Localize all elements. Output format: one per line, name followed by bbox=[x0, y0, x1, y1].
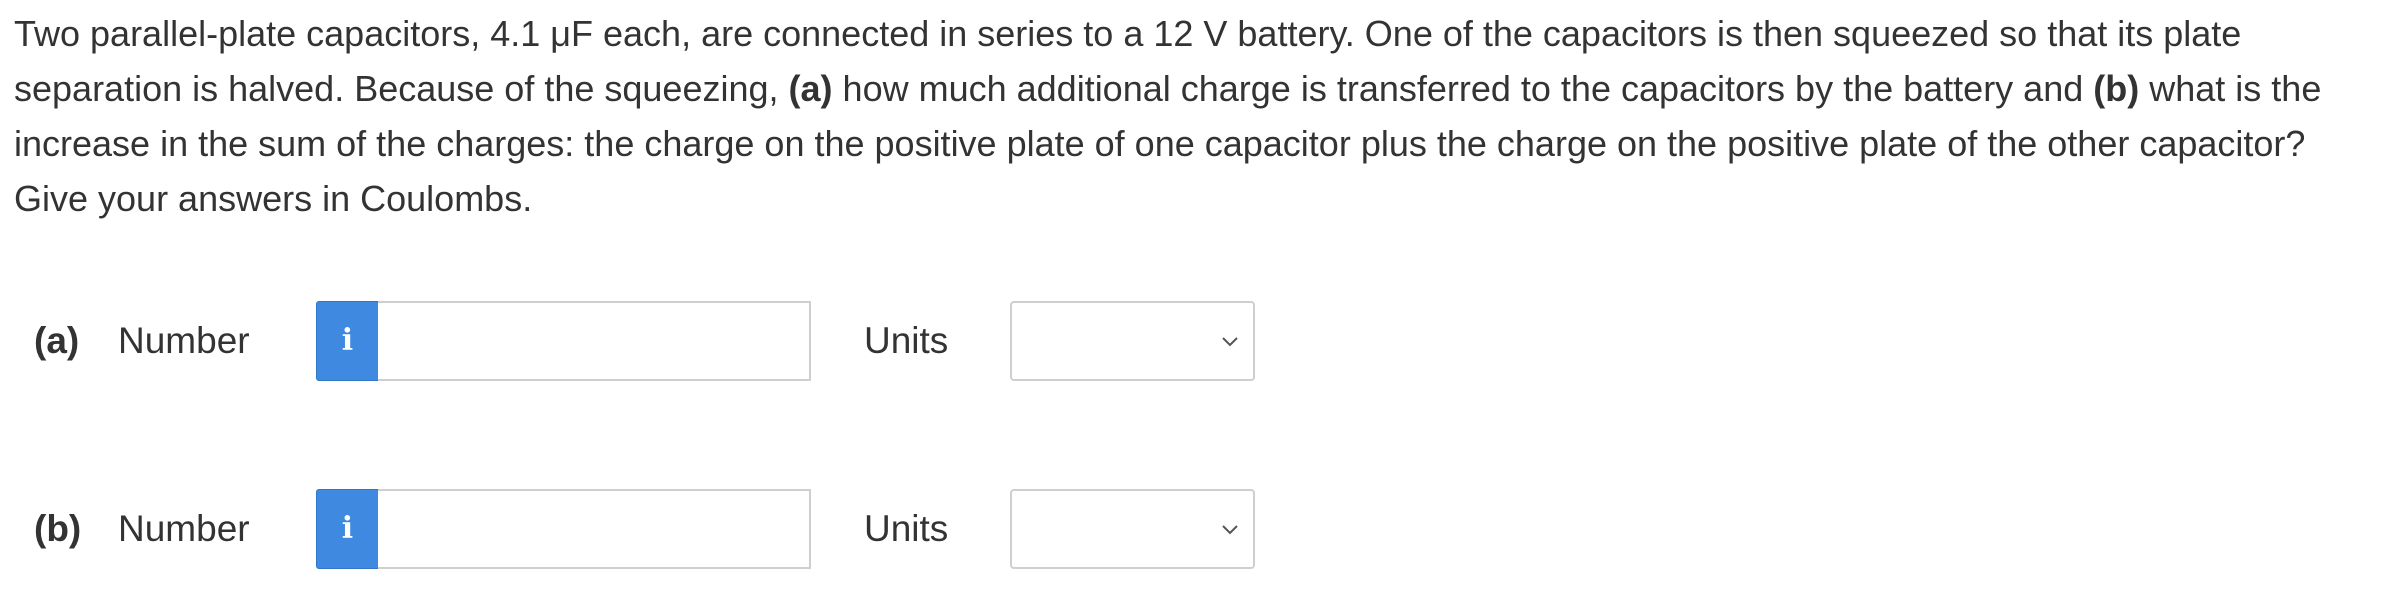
number-input-a[interactable] bbox=[378, 301, 811, 381]
answer-row-b: (b) Number i Units bbox=[0, 488, 1300, 570]
question-part-b-marker: (b) bbox=[2093, 68, 2140, 109]
info-button-a[interactable]: i bbox=[316, 301, 379, 381]
number-label-b: Number bbox=[118, 508, 250, 549]
info-icon: i bbox=[341, 511, 354, 546]
chevron-down-icon bbox=[1222, 337, 1238, 347]
part-label-a: (a) bbox=[34, 320, 80, 361]
question-part-a-text: how much additional charge is transferre… bbox=[842, 68, 2084, 109]
units-label-a: Units bbox=[864, 320, 949, 361]
units-select-a[interactable] bbox=[1010, 301, 1255, 381]
part-label-b: (b) bbox=[34, 508, 82, 549]
number-input-b[interactable] bbox=[378, 489, 811, 569]
answer-row-a: (a) Number i Units bbox=[0, 300, 1300, 382]
chevron-down-icon bbox=[1222, 525, 1238, 535]
info-icon: i bbox=[341, 323, 354, 358]
units-label-b: Units bbox=[864, 508, 949, 549]
number-label-a: Number bbox=[118, 320, 250, 361]
info-button-b[interactable]: i bbox=[316, 489, 379, 569]
question-part-a-marker: (a) bbox=[788, 68, 833, 109]
units-select-b[interactable] bbox=[1010, 489, 1255, 569]
question-text: Two parallel-plate capacitors, 4.1 μF ea… bbox=[14, 6, 2364, 226]
